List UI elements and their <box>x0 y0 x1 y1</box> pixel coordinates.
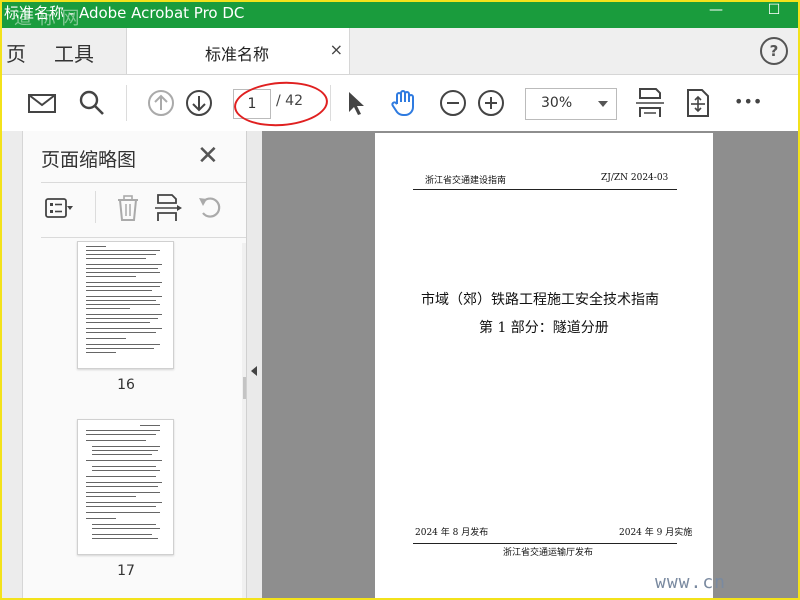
title-bar: 标准名称 - Adobe Acrobat Pro DC 道 标 网 — ☐ <box>0 0 800 29</box>
doc-subtitle: 第 1 部分：隧道分册 <box>479 320 609 336</box>
document-page: 浙江省交通建设指南 ZJ/ZN 2024-03 市域（郊）铁路工程施工安全技术指… <box>375 133 713 600</box>
select-pointer-icon[interactable] <box>340 87 372 119</box>
corner-watermark: www.cn <box>655 572 727 593</box>
full-screen-icon[interactable] <box>682 87 714 119</box>
search-icon[interactable] <box>76 87 108 119</box>
maximize-button[interactable]: ☐ <box>764 0 784 24</box>
collapse-panel-icon[interactable] <box>251 366 257 376</box>
zoom-in-icon[interactable] <box>475 87 507 119</box>
help-icon[interactable]: ? <box>760 37 788 65</box>
next-page-icon[interactable] <box>183 87 215 119</box>
previous-page-icon[interactable] <box>145 87 177 119</box>
doc-effective-date: 2024 年 9 月实施 <box>619 528 693 538</box>
more-options-icon[interactable]: ••• <box>734 92 774 124</box>
doc-header-left: 浙江省交通建设指南 <box>425 176 507 186</box>
hand-tool-icon[interactable] <box>388 87 420 119</box>
minimize-button[interactable]: — <box>708 0 724 24</box>
email-icon[interactable] <box>26 87 58 119</box>
thumbnail-panel: 页面缩略图 ✕ 16 17 <box>23 131 260 600</box>
zoom-value: 30% <box>541 95 573 111</box>
panel-title: 页面缩略图 <box>41 149 137 171</box>
document-tab-close-icon[interactable]: × <box>330 40 343 59</box>
document-tab-label: 标准名称 <box>205 45 270 64</box>
thumbnail-page-number: 16 <box>117 377 135 393</box>
zoom-select[interactable]: 30% <box>525 88 617 120</box>
toolbar-divider <box>126 85 127 121</box>
tab-bar: 页 工具 标准名称 × ? <box>0 28 800 75</box>
annotation-oval <box>232 78 330 130</box>
panel-divider <box>41 237 249 238</box>
panel-close-icon[interactable]: ✕ <box>197 141 219 171</box>
document-viewer[interactable]: 浙江省交通建设指南 ZJ/ZN 2024-03 市域（郊）铁路工程施工安全技术指… <box>262 131 800 600</box>
doc-header-right: ZJ/ZN 2024-03 <box>601 173 669 183</box>
title-watermark: 道 标 网 <box>14 8 80 29</box>
doc-header-rule <box>413 189 677 190</box>
navigation-strip <box>0 131 23 600</box>
doc-footer-rule <box>413 543 677 544</box>
chevron-down-icon <box>598 101 608 107</box>
page-thumbnail[interactable] <box>77 419 174 555</box>
menu-tools[interactable]: 工具 <box>54 38 94 67</box>
page-thumbnail[interactable] <box>77 241 174 369</box>
thumbnail-page-number: 17 <box>117 563 135 579</box>
insert-page-icon[interactable] <box>153 193 183 223</box>
doc-title: 市域（郊）铁路工程施工安全技术指南 <box>421 292 659 308</box>
zoom-out-icon[interactable] <box>437 87 469 119</box>
panel-splitter[interactable] <box>246 131 263 600</box>
document-tab[interactable]: 标准名称 × <box>126 28 350 74</box>
main-toolbar: 1 / 42 30% ••• <box>0 75 800 132</box>
fit-page-icon[interactable] <box>634 87 666 119</box>
doc-publisher: 浙江省交通运输厅发布 <box>503 548 594 558</box>
menu-home[interactable]: 页 <box>6 38 26 67</box>
doc-issue-date: 2024 年 8 月发布 <box>415 528 489 538</box>
delete-icon[interactable] <box>113 193 143 223</box>
panel-toolbar-divider <box>95 191 96 223</box>
rotate-icon[interactable] <box>195 193 225 223</box>
thumbnail-options-icon[interactable] <box>43 193 73 223</box>
toolbar-divider <box>330 85 331 121</box>
panel-divider <box>41 182 249 183</box>
thumbnail-list: 16 17 <box>41 241 219 600</box>
